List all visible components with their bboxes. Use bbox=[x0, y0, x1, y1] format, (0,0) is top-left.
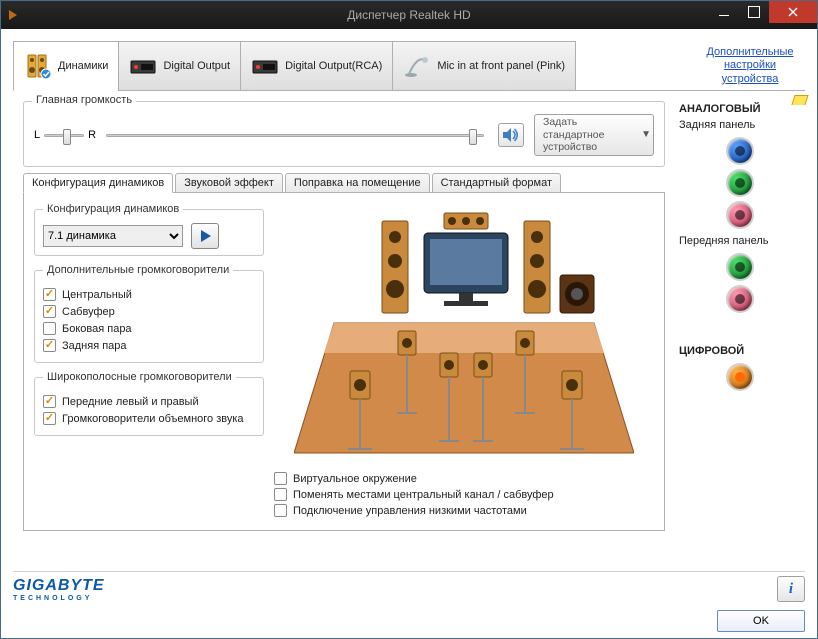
rear-panel-label: Задняя панель bbox=[679, 119, 801, 131]
checkbox-icon bbox=[43, 322, 56, 335]
checkbox-icon bbox=[274, 488, 287, 501]
chk-rear-pair[interactable]: Задняя пара bbox=[43, 339, 255, 352]
chk-front-lr[interactable]: Передние левый и правый bbox=[43, 395, 255, 408]
chk-surround[interactable]: Громкоговорители объемного звука bbox=[43, 412, 255, 425]
checkbox-icon bbox=[274, 504, 287, 517]
digital-heading: ЦИФРОВОЙ bbox=[679, 345, 801, 357]
tab-digital-output-rca[interactable]: Digital Output(RCA) bbox=[240, 41, 392, 91]
itab-effect[interactable]: Звуковой эффект bbox=[175, 173, 283, 193]
window-title: Диспетчер Realtek HD bbox=[1, 8, 817, 22]
tab-digital-output[interactable]: Digital Output bbox=[118, 41, 240, 91]
device-tabs: Динамики Digital Output Digital Output bbox=[13, 41, 805, 91]
set-default-device-dropdown[interactable]: Задать стандартное устройство ▼ bbox=[534, 114, 654, 156]
speaker-config-select[interactable]: 7.1 динамика bbox=[43, 225, 183, 247]
set-default-label: Задать стандартное устройство bbox=[543, 116, 637, 154]
master-volume-group: Главная громкость L R bbox=[23, 101, 665, 167]
bottom-options: Виртуальное окружение Поменять местами ц… bbox=[274, 469, 654, 520]
tab-digital-output-label: Digital Output bbox=[163, 60, 230, 72]
settings-tabs: Конфигурация динамиков Звуковой эффект П… bbox=[23, 173, 665, 193]
itab-config[interactable]: Конфигурация динамиков bbox=[23, 173, 173, 193]
speaker-config-legend: Конфигурация динамиков bbox=[43, 203, 183, 215]
close-button[interactable] bbox=[769, 1, 817, 23]
ok-button[interactable]: OK bbox=[717, 610, 805, 632]
maximize-button[interactable] bbox=[739, 1, 769, 23]
speakers-icon bbox=[24, 52, 52, 80]
side-panel: АНАЛОГОВЫЙ Задняя панель Передняя панель… bbox=[675, 91, 805, 538]
jack-rear-green[interactable] bbox=[728, 171, 752, 195]
tab-speakers[interactable]: Динамики bbox=[13, 41, 118, 91]
info-button[interactable]: i bbox=[777, 576, 805, 602]
play-icon bbox=[198, 229, 212, 243]
master-volume-label: Главная громкость bbox=[32, 94, 136, 106]
chk-virtual-surround[interactable]: Виртуальное окружение bbox=[274, 472, 654, 485]
chk-swap-center-sub[interactable]: Поменять местами центральный канал / саб… bbox=[274, 488, 654, 501]
analog-heading: АНАЛОГОВЫЙ bbox=[679, 103, 801, 115]
balance-right-label: R bbox=[88, 129, 96, 141]
chk-side-pair[interactable]: Боковая пара bbox=[43, 322, 255, 335]
front-panel-label: Передняя панель bbox=[679, 235, 801, 247]
itab-format[interactable]: Стандартный формат bbox=[432, 173, 561, 193]
jack-rear-pink[interactable] bbox=[728, 203, 752, 227]
jack-front-green[interactable] bbox=[728, 255, 752, 279]
checkbox-icon bbox=[43, 305, 56, 318]
extra-speakers-group: Дополнительные громкоговорители Централь… bbox=[34, 264, 264, 363]
speaker-config-group: Конфигурация динамиков 7.1 динамика bbox=[34, 203, 264, 256]
tab-mic-in[interactable]: Mic in at front panel (Pink) bbox=[392, 41, 576, 91]
speaker-sound-icon bbox=[502, 127, 520, 143]
itab-room[interactable]: Поправка на помещение bbox=[285, 173, 430, 193]
jack-rear-blue[interactable] bbox=[728, 139, 752, 163]
fullrange-legend: Широкополосные громкоговорители bbox=[43, 371, 236, 383]
microphone-icon bbox=[403, 52, 431, 80]
extra-settings-link[interactable]: Дополнительные настройки устройства bbox=[695, 41, 805, 91]
checkbox-icon bbox=[43, 339, 56, 352]
chevron-down-icon: ▼ bbox=[641, 129, 651, 141]
checkbox-icon bbox=[43, 288, 56, 301]
title-bar: Диспетчер Realtek HD bbox=[1, 1, 817, 29]
extra-speakers-legend: Дополнительные громкоговорители bbox=[43, 264, 233, 276]
jack-digital[interactable] bbox=[728, 365, 752, 389]
balance-slider[interactable]: L R bbox=[34, 129, 96, 141]
settings-body: Конфигурация динамиков 7.1 динамика bbox=[23, 192, 665, 531]
tab-mic-in-label: Mic in at front panel (Pink) bbox=[437, 60, 565, 72]
jack-front-pink[interactable] bbox=[728, 287, 752, 311]
checkbox-icon bbox=[43, 395, 56, 408]
volume-slider[interactable] bbox=[106, 134, 484, 137]
receiver-icon bbox=[251, 52, 279, 80]
chk-center[interactable]: Центральный bbox=[43, 288, 255, 301]
fullrange-group: Широкополосные громкоговорители Передние… bbox=[34, 371, 264, 436]
tab-speakers-label: Динамики bbox=[58, 60, 108, 72]
checkbox-icon bbox=[274, 472, 287, 485]
footer: GIGABYTE TECHNOLOGY i bbox=[13, 571, 805, 602]
speaker-room-diagram bbox=[274, 203, 654, 463]
mute-button[interactable] bbox=[498, 123, 524, 147]
receiver-icon bbox=[129, 52, 157, 80]
checkbox-icon bbox=[43, 412, 56, 425]
minimize-button[interactable] bbox=[709, 1, 739, 23]
chk-subwoofer[interactable]: Сабвуфер bbox=[43, 305, 255, 318]
brand-logo: GIGABYTE TECHNOLOGY bbox=[13, 577, 105, 602]
tab-digital-output-rca-label: Digital Output(RCA) bbox=[285, 60, 382, 72]
chk-bass-management[interactable]: Подключение управления низкими частотами bbox=[274, 504, 654, 517]
play-test-button[interactable] bbox=[191, 223, 219, 249]
balance-left-label: L bbox=[34, 129, 40, 141]
